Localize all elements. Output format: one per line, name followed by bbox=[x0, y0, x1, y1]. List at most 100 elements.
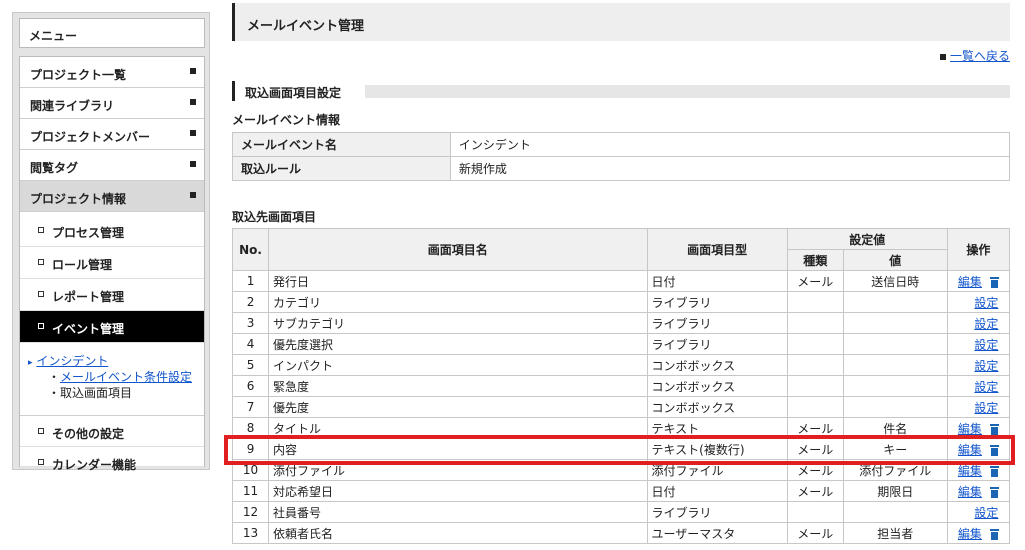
edit-link[interactable]: 編集 bbox=[958, 422, 982, 436]
cell-ops: 編集 bbox=[946, 480, 1011, 502]
cell-no: 6 bbox=[231, 375, 270, 397]
cell-kind: メール bbox=[786, 480, 844, 502]
trash-icon[interactable] bbox=[989, 276, 999, 288]
table-row: 12 社員番号 ライブラリ 設定 bbox=[231, 501, 1011, 523]
sidebar-sub-label: プロセス管理 bbox=[52, 226, 125, 240]
cell-no: 2 bbox=[231, 291, 270, 313]
cell-ops: 編集 bbox=[946, 270, 1011, 292]
sidebar-item-project-info[interactable]: プロジェクト情報 bbox=[20, 181, 204, 212]
sidebar-item-related-library[interactable]: 関連ライブラリ bbox=[20, 88, 204, 119]
cell-kind bbox=[786, 396, 844, 418]
cell-name: 対応希望日 bbox=[268, 480, 648, 502]
tree-current-item: 取込画面項目 bbox=[60, 386, 133, 400]
cell-type: コンボボックス bbox=[646, 354, 788, 376]
cell-kind: メール bbox=[786, 270, 844, 292]
cell-value: 期限日 bbox=[842, 480, 948, 502]
edit-link[interactable]: 編集 bbox=[958, 464, 982, 478]
cell-no: 1 bbox=[231, 270, 270, 292]
table-row: 2 カテゴリ ライブラリ 設定 bbox=[231, 291, 1011, 313]
setting-link[interactable]: 設定 bbox=[974, 401, 998, 415]
cell-ops: 設定 bbox=[946, 501, 1011, 523]
setting-link[interactable]: 設定 bbox=[974, 359, 998, 373]
table-row: 7 優先度 コンボボックス 設定 bbox=[231, 396, 1011, 418]
table-row: 6 緊急度 コンボボックス 設定 bbox=[231, 375, 1011, 397]
cell-type: ユーザーマスタ bbox=[646, 522, 788, 544]
sidebar-title: メニュー bbox=[19, 18, 205, 48]
tree-link-incident[interactable]: インシデント bbox=[36, 354, 108, 368]
cell-type: コンボボックス bbox=[646, 375, 788, 397]
event-tree: ▸ インシデント ・メールイベント条件設定 ・取込画面項目 bbox=[28, 352, 212, 400]
cell-ops: 設定 bbox=[946, 312, 1011, 334]
setting-link[interactable]: 設定 bbox=[974, 380, 998, 394]
cell-name: 内容 bbox=[268, 438, 648, 460]
sidebar-sub-other-settings[interactable]: その他の設定 bbox=[20, 415, 204, 447]
cell-no: 9 bbox=[231, 438, 270, 460]
edit-link[interactable]: 編集 bbox=[958, 527, 982, 541]
edit-link[interactable]: 編集 bbox=[958, 443, 982, 457]
table-row: 1 発行日 日付 メール 送信日時 編集 bbox=[231, 270, 1011, 292]
cell-no: 8 bbox=[231, 417, 270, 439]
sidebar-sub-event[interactable]: イベント管理 bbox=[20, 311, 204, 343]
cell-value bbox=[842, 354, 948, 376]
setting-link[interactable]: 設定 bbox=[974, 317, 998, 331]
cell-ops: 設定 bbox=[946, 396, 1011, 418]
cell-name: サブカテゴリ bbox=[268, 312, 648, 334]
cell-ops: 編集 bbox=[946, 417, 1011, 439]
sidebar-sub-calendar[interactable]: カレンダー機能 bbox=[20, 447, 204, 472]
cell-name: 緊急度 bbox=[268, 375, 648, 397]
table-row: 4 優先度選択 ライブラリ 設定 bbox=[231, 333, 1011, 355]
cell-ops: 編集 bbox=[946, 522, 1011, 544]
square-bullet-icon bbox=[939, 53, 946, 60]
trash-icon[interactable] bbox=[989, 465, 999, 477]
sidebar-item-label: 関連ライブラリ bbox=[30, 99, 115, 113]
tree-root: ▸ インシデント bbox=[28, 352, 212, 368]
setting-link[interactable]: 設定 bbox=[974, 338, 998, 352]
bullet-icon: ・ bbox=[48, 370, 61, 384]
cell-value bbox=[842, 501, 948, 523]
square-outline-icon bbox=[38, 259, 44, 265]
trash-icon[interactable] bbox=[989, 444, 999, 456]
cell-no: 10 bbox=[231, 459, 270, 481]
tree-child: ・メールイベント条件設定 bbox=[28, 368, 212, 384]
info-table: メールイベント名 インシデント 取込ルール 新規作成 bbox=[232, 132, 1011, 181]
edit-link[interactable]: 編集 bbox=[958, 485, 982, 499]
cell-ops: 編集 bbox=[946, 459, 1011, 481]
square-outline-icon bbox=[38, 428, 44, 434]
trash-icon[interactable] bbox=[989, 486, 999, 498]
cell-value: 添付ファイル bbox=[842, 459, 948, 481]
back-to-list-link[interactable]: 一覧へ戻る bbox=[950, 49, 1010, 63]
cell-type: ライブラリ bbox=[646, 333, 788, 355]
sidebar-sub-report[interactable]: レポート管理 bbox=[20, 279, 204, 311]
tree-link-mail-condition[interactable]: メールイベント条件設定 bbox=[60, 370, 192, 384]
cell-no: 3 bbox=[231, 312, 270, 334]
sidebar-sub-process[interactable]: プロセス管理 bbox=[20, 215, 204, 247]
cell-kind bbox=[786, 312, 844, 334]
table-row: 8 タイトル テキスト メール 件名 編集 bbox=[231, 417, 1011, 439]
cell-kind bbox=[786, 501, 844, 523]
sidebar-item-project-list[interactable]: プロジェクト一覧 bbox=[20, 57, 204, 88]
cell-kind bbox=[786, 333, 844, 355]
sidebar-sub-role[interactable]: ロール管理 bbox=[20, 247, 204, 279]
trash-icon[interactable] bbox=[989, 423, 999, 435]
table-row: 3 サブカテゴリ ライブラリ 設定 bbox=[231, 312, 1011, 334]
setting-link[interactable]: 設定 bbox=[974, 296, 998, 310]
sidebar-sub-label: ロール管理 bbox=[52, 258, 113, 272]
cell-name: タイトル bbox=[268, 417, 648, 439]
edit-link[interactable]: 編集 bbox=[958, 275, 982, 289]
caret-right-icon: ▸ bbox=[28, 358, 33, 368]
section-bar bbox=[365, 85, 1010, 98]
cell-value bbox=[842, 396, 948, 418]
cell-type: ライブラリ bbox=[646, 312, 788, 334]
sidebar-item-project-members[interactable]: プロジェクトメンバー bbox=[20, 119, 204, 150]
square-bullet-icon bbox=[190, 161, 196, 167]
sidebar-item-label: プロジェクト情報 bbox=[30, 192, 127, 206]
trash-icon[interactable] bbox=[989, 528, 999, 540]
sidebar-sub-label: イベント管理 bbox=[52, 322, 125, 336]
section-title: 取込画面項目設定 bbox=[235, 81, 352, 101]
back-link-wrap: 一覧へ戻る bbox=[939, 47, 1010, 64]
sidebar-item-view-tags[interactable]: 閲覧タグ bbox=[20, 150, 204, 181]
cell-ops: 設定 bbox=[946, 354, 1011, 376]
table-row: 5 インパクト コンボボックス 設定 bbox=[231, 354, 1011, 376]
setting-link[interactable]: 設定 bbox=[974, 506, 998, 520]
col-type: 画面項目型 bbox=[646, 228, 788, 271]
